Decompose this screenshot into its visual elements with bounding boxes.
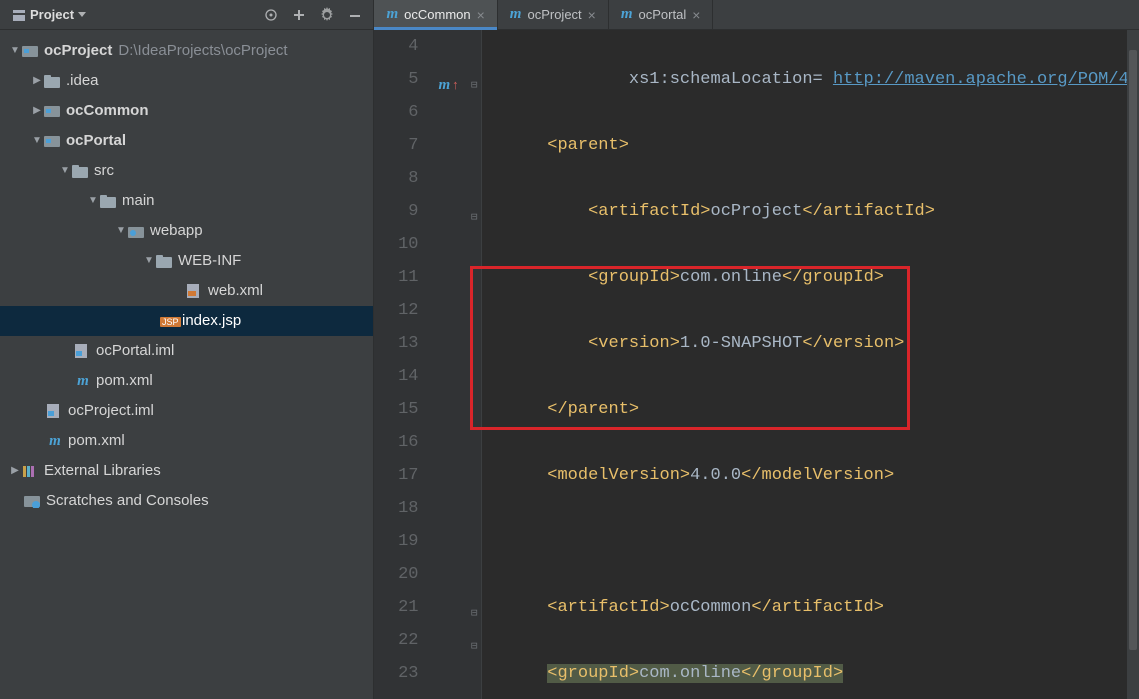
maven-file-icon: m bbox=[74, 366, 92, 396]
iml-file-icon bbox=[46, 403, 62, 419]
project-title: Project bbox=[30, 7, 74, 22]
tree-item-occommon[interactable]: ▶ ocCommon bbox=[0, 96, 373, 126]
tab-close-icon[interactable]: × bbox=[588, 7, 596, 23]
folder-icon bbox=[72, 165, 88, 178]
code-content[interactable]: xs1:schemaLocation= http://maven.apache.… bbox=[482, 30, 1139, 699]
tree-item-label: src bbox=[94, 156, 114, 186]
maven-file-icon: m bbox=[621, 6, 633, 23]
tree-item-scratches[interactable]: Scratches and Consoles bbox=[0, 486, 373, 516]
iml-file-icon bbox=[74, 343, 90, 359]
xml-file-icon bbox=[186, 283, 202, 299]
tree-item-label: ocPortal bbox=[66, 126, 126, 156]
modified-marker-icon: m↑ bbox=[438, 68, 458, 102]
tree-item-label: External Libraries bbox=[44, 456, 161, 486]
tree-item-path: D:\IdeaProjects\ocProject bbox=[118, 36, 287, 66]
vertical-scrollbar[interactable] bbox=[1127, 30, 1139, 699]
tree-item-label: web.xml bbox=[208, 276, 263, 306]
tree-item-label: ocProject.iml bbox=[68, 396, 154, 426]
maven-file-icon: m bbox=[510, 6, 522, 23]
folder-icon bbox=[44, 75, 60, 88]
tree-item-idea[interactable]: ▶ .idea bbox=[0, 66, 373, 96]
tree-item-src[interactable]: ▼ src bbox=[0, 156, 373, 186]
tab-close-icon[interactable]: × bbox=[477, 7, 485, 23]
line-number-gutter: 45 67 89 1011 1213 1415 1617 1819 2021 2… bbox=[374, 30, 434, 699]
tree-item-ocprojectiml[interactable]: ocProject.iml bbox=[0, 396, 373, 426]
tree-item-ocportal[interactable]: ▼ ocPortal bbox=[0, 126, 373, 156]
module-icon bbox=[44, 104, 60, 118]
tab-close-icon[interactable]: × bbox=[692, 7, 700, 23]
tab-label: ocPortal bbox=[639, 7, 687, 22]
editor-area: m ocCommon × m ocProject × m ocPortal × … bbox=[374, 0, 1139, 699]
fold-icon[interactable]: ⊟ bbox=[471, 70, 478, 103]
project-dropdown[interactable]: Project bbox=[6, 5, 92, 24]
module-icon bbox=[44, 134, 60, 148]
tree-item-ocportaliml[interactable]: ocPortal.iml bbox=[0, 336, 373, 366]
tree-item-label: .idea bbox=[66, 66, 99, 96]
project-icon bbox=[12, 8, 26, 22]
jsp-file-icon: JSP bbox=[160, 317, 181, 327]
sync-icon[interactable] bbox=[259, 3, 283, 27]
fold-icon[interactable]: ⊟ bbox=[471, 631, 478, 664]
tree-item-indexjsp[interactable]: JSP index.jsp bbox=[0, 306, 373, 336]
divider-icon bbox=[287, 3, 311, 27]
fold-icon[interactable]: ⊟ bbox=[471, 598, 478, 631]
tree-item-label: main bbox=[122, 186, 155, 216]
folder-icon bbox=[100, 195, 116, 208]
tree-item-label: pom.xml bbox=[68, 426, 125, 456]
tab-occommon[interactable]: m ocCommon × bbox=[374, 0, 497, 29]
tab-ocproject[interactable]: m ocProject × bbox=[498, 0, 609, 29]
fold-icon[interactable]: ⊟ bbox=[471, 202, 478, 235]
tree-item-pom1[interactable]: m pom.xml bbox=[0, 366, 373, 396]
tree-item-label: index.jsp bbox=[182, 306, 241, 336]
tree-item-webxml[interactable]: web.xml bbox=[0, 276, 373, 306]
code-editor[interactable]: 45 67 89 1011 1213 1415 1617 1819 2021 2… bbox=[374, 30, 1139, 699]
tree-item-pom2[interactable]: m pom.xml bbox=[0, 426, 373, 456]
gear-icon[interactable] bbox=[315, 3, 339, 27]
tree-item-extlibs[interactable]: ▶ External Libraries bbox=[0, 456, 373, 486]
tree-item-label: ocPortal.iml bbox=[96, 336, 174, 366]
tab-ocportal[interactable]: m ocPortal × bbox=[609, 0, 714, 29]
tree-item-label: ocProject bbox=[44, 36, 112, 66]
project-sidebar: Project ▼ ocProject D:\IdeaProjects\ocPr… bbox=[0, 0, 374, 699]
tree-item-label: ocCommon bbox=[66, 96, 149, 126]
editor-tabs: m ocCommon × m ocProject × m ocPortal × bbox=[374, 0, 1139, 30]
tree-item-webinf[interactable]: ▼ WEB-INF bbox=[0, 246, 373, 276]
webapp-folder-icon bbox=[128, 225, 144, 238]
project-toolbar: Project bbox=[0, 0, 373, 30]
tab-label: ocCommon bbox=[404, 7, 470, 22]
tree-item-webapp[interactable]: ▼ webapp bbox=[0, 216, 373, 246]
tab-label: ocProject bbox=[527, 7, 581, 22]
module-icon bbox=[22, 44, 38, 58]
tree-item-label: webapp bbox=[150, 216, 203, 246]
scratches-icon bbox=[24, 494, 40, 508]
folder-icon bbox=[156, 255, 172, 268]
tree-item-label: WEB-INF bbox=[178, 246, 241, 276]
minimize-icon[interactable] bbox=[343, 3, 367, 27]
tree-item-root[interactable]: ▼ ocProject D:\IdeaProjects\ocProject bbox=[0, 36, 373, 66]
tree-item-main[interactable]: ▼ main bbox=[0, 186, 373, 216]
maven-file-icon: m bbox=[46, 426, 64, 456]
libraries-icon bbox=[22, 464, 38, 478]
maven-file-icon: m bbox=[386, 6, 398, 23]
tree-item-label: pom.xml bbox=[96, 366, 153, 396]
chevron-down-icon bbox=[78, 11, 86, 19]
scrollbar-handle[interactable] bbox=[1129, 50, 1137, 650]
tree-item-label: Scratches and Consoles bbox=[46, 486, 209, 516]
gutter-markers: m↑ ⊟ ⊟ ⊟ ⊟ bbox=[434, 30, 482, 699]
project-tree: ▼ ocProject D:\IdeaProjects\ocProject ▶ … bbox=[0, 30, 373, 516]
